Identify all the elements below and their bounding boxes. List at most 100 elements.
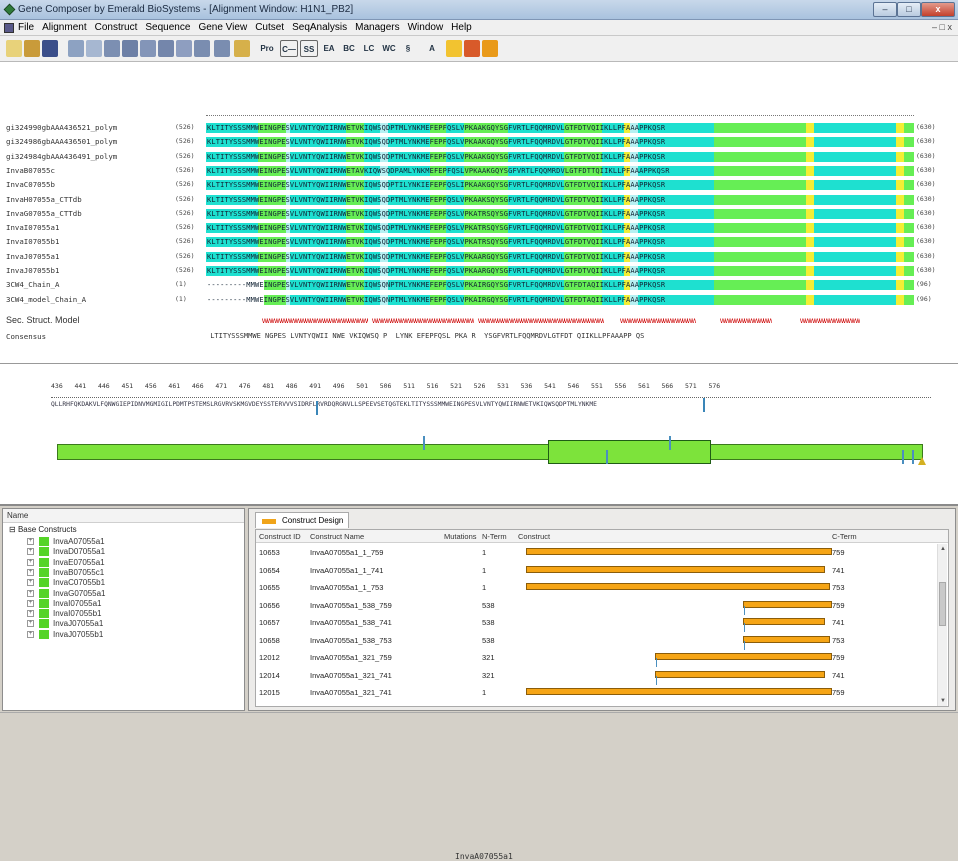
chart3-icon[interactable]: [482, 40, 498, 57]
alignment-row[interactable]: 3CW4_model_Chain_A (1) ---------MMWEINGPES…: [0, 294, 958, 306]
tool6-icon[interactable]: [234, 40, 250, 57]
construct-bar[interactable]: [655, 653, 832, 667]
menu-seqanalysis[interactable]: SeqAnalysis: [292, 22, 347, 33]
mdi-window-controls[interactable]: – □ x: [932, 22, 952, 32]
save-icon[interactable]: [24, 40, 40, 57]
alignment-row[interactable]: InvaI07055a1 (526) KLTITYSSSMMWEINGPESVLVN…: [0, 222, 958, 234]
table-row[interactable]: 10658 InvaA07055a1_538_753 538 753: [256, 632, 936, 650]
align2-icon[interactable]: [86, 40, 102, 57]
table-row[interactable]: 10653 InvaA07055a1_1_759 1 759: [256, 544, 936, 560]
tool2-icon[interactable]: [158, 40, 174, 57]
expand-icon[interactable]: +: [27, 620, 34, 628]
mdi-doc-icon[interactable]: [4, 23, 14, 33]
construct-bar[interactable]: [526, 583, 830, 590]
alignment-row[interactable]: gi324984gbAAA436491_polym (526) KLTITYSSSM…: [0, 151, 958, 163]
alignment-row[interactable]: InvaJ07055b1 (526) KLTITYSSSMMWEINGPESVLVN…: [0, 265, 958, 277]
ss-button[interactable]: SS: [300, 40, 318, 57]
expand-icon[interactable]: +: [27, 568, 34, 576]
expand-icon[interactable]: +: [27, 589, 34, 597]
menu-managers[interactable]: Managers: [355, 22, 399, 33]
expand-icon[interactable]: +: [27, 579, 34, 587]
menu-sequence[interactable]: Sequence: [145, 22, 190, 33]
tool5-icon[interactable]: [214, 40, 230, 57]
construct-bar[interactable]: [742, 635, 830, 650]
scroll-up-icon[interactable]: ▲: [939, 545, 947, 553]
chart1-icon[interactable]: [446, 40, 462, 57]
expand-icon[interactable]: +: [27, 548, 34, 556]
menu-construct[interactable]: Construct: [95, 22, 138, 33]
menu-cutset[interactable]: Cutset: [255, 22, 284, 33]
alignment-row[interactable]: InvaG07055a_CTTdb (526) KLTITYSSSMMWEINGPE…: [0, 208, 958, 220]
tab-construct-design[interactable]: Construct Design: [255, 512, 349, 528]
alignment-row[interactable]: gi324990gbAAA436521_polym (526) KLTITYSSSM…: [0, 122, 958, 134]
alignment-row[interactable]: InvaH07055a_CTTdb (526) KLTITYSSSMMWEINGPE…: [0, 194, 958, 206]
section-button[interactable]: §: [400, 40, 416, 57]
bar2-icon[interactable]: [122, 40, 138, 57]
lc-button[interactable]: LC: [360, 40, 378, 57]
menu-alignment[interactable]: Alignment: [42, 22, 86, 33]
tool3-icon[interactable]: [176, 40, 192, 57]
align-icon[interactable]: [68, 40, 84, 57]
menu-help[interactable]: Help: [451, 22, 472, 33]
expand-icon[interactable]: +: [27, 630, 34, 638]
construct-bar[interactable]: [655, 670, 825, 685]
construct-map-bar[interactable]: [57, 444, 923, 460]
bc-button[interactable]: BC: [340, 40, 358, 57]
col-construct[interactable]: Construct: [518, 532, 550, 541]
wc-button[interactable]: WC: [380, 40, 398, 57]
construct-bar[interactable]: [526, 565, 825, 573]
col-nterm[interactable]: N-Term: [482, 532, 507, 541]
table-row[interactable]: 10657 InvaA07055a1_538_741 538 741: [256, 614, 936, 632]
minimize-button[interactable]: –: [873, 2, 897, 17]
tool1-icon[interactable]: [140, 40, 156, 57]
table-row[interactable]: 10655 InvaA07055a1_1_753 1 753: [256, 579, 936, 595]
menu-gene-view[interactable]: Gene View: [198, 22, 247, 33]
col-construct-name[interactable]: Construct Name: [310, 532, 364, 541]
table-row[interactable]: 10654 InvaA07055a1_1_741 1 741: [256, 562, 936, 578]
construct-bar[interactable]: [526, 688, 832, 695]
grid-scrollbar[interactable]: ▲ ▼: [937, 544, 947, 706]
a-button[interactable]: A: [424, 40, 440, 57]
construct-map-highlight[interactable]: [548, 440, 711, 464]
scroll-down-icon[interactable]: ▼: [939, 697, 947, 705]
pro-button[interactable]: Pro: [256, 40, 278, 57]
open-icon[interactable]: [6, 40, 22, 57]
map-cursor-left[interactable]: [316, 401, 318, 415]
chart2-icon[interactable]: [464, 40, 480, 57]
col-construct-id[interactable]: Construct ID: [259, 532, 301, 541]
alignment-row[interactable]: InvaJ07055a1 (526) KLTITYSSSMMWEINGPESVLVN…: [0, 251, 958, 263]
expand-icon[interactable]: +: [27, 610, 34, 618]
alignment-row[interactable]: gi324986gbAAA436501_polym (526) KLTITYSSSM…: [0, 136, 958, 148]
construct-bar[interactable]: [526, 548, 832, 555]
alignment-view[interactable]: gi324990gbAAA436521_polym (526) KLTITYSSSM…: [0, 62, 958, 364]
alignment-row[interactable]: InvaB07055c (526) KLTITYSSSMMWEINGPESVLVNT…: [0, 165, 958, 177]
floppy-icon[interactable]: [42, 40, 58, 57]
close-button[interactable]: x: [921, 2, 955, 17]
col-cterm[interactable]: C-Term: [832, 532, 857, 541]
bar-icon[interactable]: [104, 40, 120, 57]
table-row[interactable]: 12012 InvaA07055a1_321_759 321 759: [256, 649, 936, 667]
table-row[interactable]: 10656 InvaA07055a1_538_759 538 759: [256, 597, 936, 615]
alignment-row[interactable]: InvaI07055b1 (526) KLTITYSSSMMWEINGPESVLVN…: [0, 236, 958, 248]
construct-bar[interactable]: [742, 600, 832, 615]
menu-file[interactable]: File: [18, 22, 34, 33]
expand-icon[interactable]: +: [27, 558, 34, 566]
maximize-button[interactable]: □: [897, 2, 921, 17]
construct-bar[interactable]: [742, 618, 825, 632]
tool4-icon[interactable]: [194, 40, 210, 57]
col-mutations[interactable]: Mutations: [444, 532, 477, 541]
expand-icon[interactable]: +: [27, 599, 34, 607]
map-cursor-right[interactable]: [703, 398, 705, 412]
expand-icon[interactable]: +: [27, 538, 34, 545]
alignment-row[interactable]: InvaC07055b (526) KLTITYSSSMMWEINGPESVLVNT…: [0, 179, 958, 191]
alignment-row[interactable]: 3CW4_Chain_A (1) ---------MMWEINGPESVLVNTY…: [0, 279, 958, 291]
menu-window[interactable]: Window: [408, 22, 444, 33]
table-row[interactable]: 12014 InvaA07055a1_321_741 321 741: [256, 667, 936, 685]
scroll-thumb[interactable]: [939, 582, 946, 626]
table-row[interactable]: 12015 InvaA07055a1_321_741 1 759: [256, 684, 936, 700]
c-button[interactable]: C—: [280, 40, 298, 57]
construct-grid[interactable]: Construct ID Construct Name Mutations N-…: [255, 529, 949, 707]
gene-map-view[interactable]: 436 441 446 451 456 461 466 471 476 481 …: [0, 364, 958, 861]
ea-button[interactable]: EA: [320, 40, 338, 57]
tree-root[interactable]: ⊟ Base Constructs: [9, 525, 77, 534]
